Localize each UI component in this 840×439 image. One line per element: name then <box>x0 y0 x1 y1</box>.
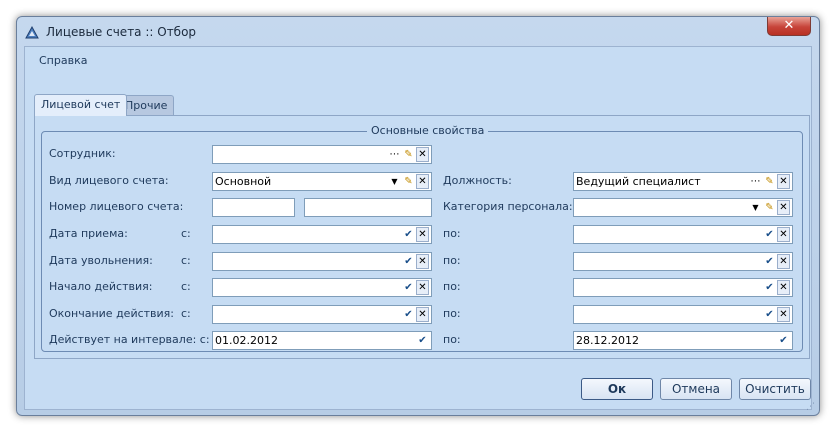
clear-icon[interactable]: ✕ <box>416 254 429 269</box>
label-position: Должность: <box>443 174 512 187</box>
position-value: Ведущий специалист <box>576 175 701 188</box>
end-to-field[interactable]: ✔ ✕ <box>573 305 793 324</box>
menu-help[interactable]: Справка <box>39 54 87 67</box>
check-icon[interactable]: ✔ <box>402 254 415 269</box>
end-from-field[interactable]: ✔ ✕ <box>212 305 432 324</box>
clear-icon[interactable]: ✕ <box>777 227 790 242</box>
ellipsis-icon[interactable]: ⋯ <box>749 174 762 189</box>
check-icon[interactable]: ✔ <box>402 280 415 295</box>
cancel-button[interactable]: Отмена <box>660 378 732 400</box>
check-icon[interactable]: ✔ <box>416 333 429 348</box>
tab-account[interactable]: Лицевой счет <box>34 94 128 116</box>
dismissal-to-field[interactable]: ✔ ✕ <box>573 252 793 271</box>
pick-icon[interactable]: ✎ <box>402 147 415 162</box>
label-start-action: Начало действия: <box>49 280 153 293</box>
check-icon[interactable]: ✔ <box>402 307 415 322</box>
close-button[interactable]: ✕ <box>767 17 811 36</box>
pick-icon[interactable]: ✎ <box>763 200 776 215</box>
position-field[interactable]: Ведущий специалист ⋯ ✎ ✕ <box>573 172 793 191</box>
dismissal-from-field[interactable]: ✔ ✕ <box>212 252 432 271</box>
clear-icon[interactable]: ✕ <box>777 200 790 215</box>
pick-icon[interactable]: ✎ <box>763 174 776 189</box>
label-to: по: <box>443 227 461 240</box>
personnel-category-select[interactable]: ▼ ✎ ✕ <box>573 198 793 217</box>
check-icon[interactable]: ✔ <box>763 227 776 242</box>
label-account-number: Номер лицевого счета: <box>49 200 184 213</box>
label-active-interval: Действует на интервале: с: <box>49 333 210 346</box>
ellipsis-icon[interactable]: ⋯ <box>388 147 401 162</box>
check-icon[interactable]: ✔ <box>763 307 776 322</box>
window-title: Лицевые счета :: Отбор <box>46 25 197 39</box>
clear-icon[interactable]: ✕ <box>416 174 429 189</box>
label-from: с: <box>181 307 191 320</box>
label-account-type: Вид лицевого счета: <box>49 174 169 187</box>
label-employee: Сотрудник: <box>49 147 116 160</box>
check-icon[interactable]: ✔ <box>402 227 415 242</box>
interval-from-value: 01.02.2012 <box>215 334 278 347</box>
check-icon[interactable]: ✔ <box>763 254 776 269</box>
clear-button[interactable]: Очистить <box>739 378 811 400</box>
hire-to-field[interactable]: ✔ ✕ <box>573 225 793 244</box>
label-personnel-category: Категория персонала: <box>443 200 573 213</box>
ok-button[interactable]: Ок <box>581 378 653 400</box>
label-dismissal-date: Дата увольнения: <box>49 254 153 267</box>
label-to: по: <box>443 333 461 346</box>
account-number-field-a[interactable] <box>212 198 295 217</box>
app-icon <box>25 25 39 39</box>
employee-field[interactable]: ⋯ ✎ ✕ <box>212 145 432 164</box>
interval-to-value: 28.12.2012 <box>576 334 639 347</box>
hire-from-field[interactable]: ✔ ✕ <box>212 225 432 244</box>
title-bar[interactable]: Лицевые счета :: Отбор ✕ <box>17 17 819 47</box>
check-icon[interactable]: ✔ <box>777 333 790 348</box>
check-icon[interactable]: ✔ <box>763 280 776 295</box>
clear-icon[interactable]: ✕ <box>416 280 429 295</box>
account-type-value: Основной <box>215 175 272 188</box>
clear-icon[interactable]: ✕ <box>777 307 790 322</box>
clear-icon[interactable]: ✕ <box>416 147 429 162</box>
group-main-properties: Основные свойства Сотрудник: ⋯ ✎ ✕ Вид л… <box>41 124 803 352</box>
clear-icon[interactable]: ✕ <box>777 280 790 295</box>
account-number-field-b[interactable] <box>304 198 432 217</box>
clear-icon[interactable]: ✕ <box>777 174 790 189</box>
pick-icon[interactable]: ✎ <box>402 174 415 189</box>
chevron-down-icon[interactable]: ▼ <box>388 174 401 189</box>
label-hire-date: Дата приема: <box>49 227 128 240</box>
account-type-select[interactable]: Основной ▼ ✎ ✕ <box>212 172 432 191</box>
chevron-down-icon[interactable]: ▼ <box>749 200 762 215</box>
label-to: по: <box>443 280 461 293</box>
label-to: по: <box>443 254 461 267</box>
dialog-window: Лицевые счета :: Отбор ✕ Справка Лицевой… <box>16 16 820 416</box>
resize-grip-icon[interactable]: ⋰ <box>806 402 816 412</box>
interval-from-field[interactable]: 01.02.2012 ✔ <box>212 331 432 350</box>
interval-to-field[interactable]: 28.12.2012 ✔ <box>573 331 793 350</box>
clear-icon[interactable]: ✕ <box>416 307 429 322</box>
tab-panel: Основные свойства Сотрудник: ⋯ ✎ ✕ Вид л… <box>34 115 810 359</box>
label-from: с: <box>181 227 191 240</box>
start-to-field[interactable]: ✔ ✕ <box>573 278 793 297</box>
clear-icon[interactable]: ✕ <box>416 227 429 242</box>
label-end-action: Окончание действия: <box>49 307 175 320</box>
group-title: Основные свойства <box>367 124 489 137</box>
label-from: с: <box>181 254 191 267</box>
dialog-client-area: Справка Лицевой счет Прочие Основные сво… <box>24 46 812 410</box>
start-from-field[interactable]: ✔ ✕ <box>212 278 432 297</box>
clear-icon[interactable]: ✕ <box>777 254 790 269</box>
label-to: по: <box>443 307 461 320</box>
label-from: с: <box>181 280 191 293</box>
